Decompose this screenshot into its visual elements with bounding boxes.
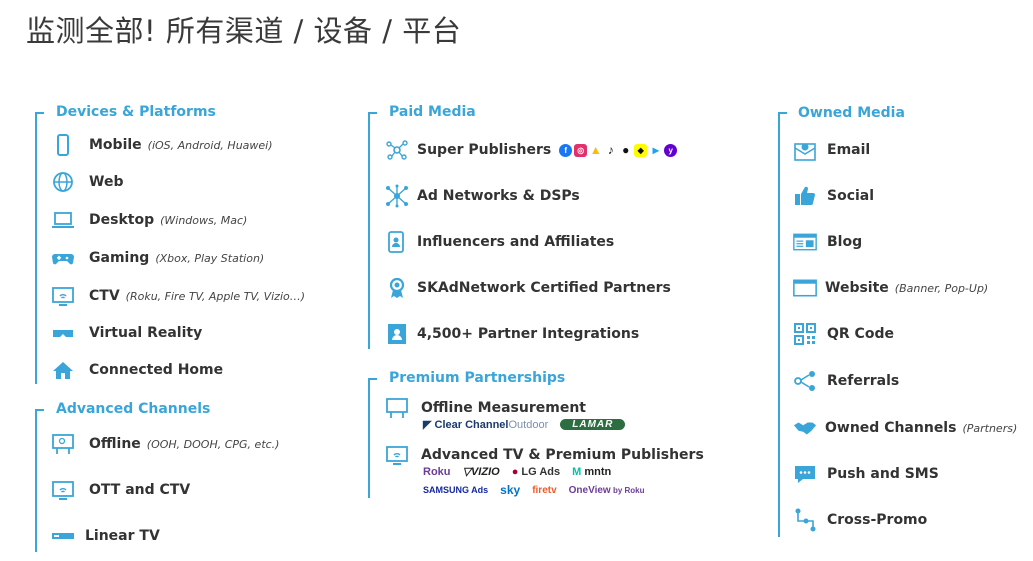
browser-window-icon: [793, 276, 817, 300]
paid-media-bracket: [368, 112, 377, 349]
sky-logo: sky: [500, 483, 521, 497]
item-website: Website (Banner, Pop-Up): [793, 276, 988, 300]
section-title-advanced: Advanced Channels: [56, 401, 211, 417]
lg-ads-logo: ● LG Ads: [511, 465, 561, 478]
super-publisher-logos: f ◎ ▲ ♪ ● ◆ ▸ y: [559, 143, 678, 157]
instagram-icon: ◎: [574, 143, 588, 157]
item-qr-code: QR Code: [793, 322, 894, 346]
award-ribbon-icon: [385, 276, 409, 300]
set-top-box-icon: [51, 524, 75, 548]
tiktok-icon: ♪: [604, 143, 618, 157]
item-referrals: Referrals: [793, 369, 899, 393]
item-linear-tv: Linear TV: [51, 524, 160, 548]
section-title-owned-media: Owned Media: [798, 105, 905, 121]
item-owned-channels: Owned Channels (Partners): [793, 416, 1017, 440]
item-gaming: Gaming (Xbox, Play Station): [51, 246, 264, 270]
item-super-publishers: Super Publishers f ◎ ▲ ♪ ● ◆ ▸ y: [385, 138, 678, 162]
clear-channel-logo: ◤ Clear Channel: [423, 419, 509, 431]
hub-icon: [385, 184, 409, 208]
tv-partner-logos-row1: Roku ▽VIZIO ● LG Ads M mntn: [423, 465, 623, 479]
lamar-logo: LAMAR: [560, 419, 626, 430]
item-skadnetwork: SKAdNetwork Certified Partners: [385, 276, 671, 300]
advanced-bracket: [35, 409, 44, 552]
item-connected-home: Connected Home: [51, 358, 223, 382]
thumbs-up-icon: [793, 184, 817, 208]
item-social: Social: [793, 184, 874, 208]
flow-icon: [793, 508, 817, 532]
offline-partner-logos: ◤ Clear Channel Outdoor LAMAR: [423, 418, 637, 431]
chat-bubble-icon: [793, 462, 817, 486]
blog-icon: [793, 230, 817, 254]
samsung-ads-logo: SAMSUNG Ads: [423, 485, 489, 495]
tv-icon: [51, 284, 75, 308]
page-title: 监测全部! 所有渠道 / 设备 / 平台: [26, 14, 462, 48]
item-blog: Blog: [793, 230, 862, 254]
twitter-icon: ▸: [649, 143, 663, 157]
item-ott-ctv: OTT and CTV: [51, 478, 190, 502]
share-icon: [793, 369, 817, 393]
item-push-sms: Push and SMS: [793, 462, 939, 486]
roku-logo: Roku: [423, 465, 451, 478]
devices-bracket: [35, 112, 44, 384]
billboard-icon: [51, 432, 75, 456]
yahoo-icon: y: [664, 143, 678, 157]
network-nodes-icon: [385, 138, 409, 162]
item-partner-integrations: 4,500+ Partner Integrations: [385, 322, 639, 346]
firetv-logo: firetv: [532, 484, 557, 496]
qr-code-icon: [793, 322, 817, 346]
section-title-devices: Devices & Platforms: [56, 104, 216, 120]
tv-partner-logos-row2: SAMSUNG Ads sky firetv OneView by Roku: [423, 483, 657, 497]
handshake-icon: [793, 416, 817, 440]
item-desktop: Desktop (Windows, Mac): [51, 208, 247, 232]
gamepad-icon: [51, 246, 75, 270]
section-title-premium: Premium Partnerships: [389, 370, 566, 386]
item-advanced-tv: Advanced TV & Premium Publishers: [385, 443, 704, 467]
smart-home-icon: [51, 358, 75, 382]
item-offline-measurement: Offline Measurement: [385, 396, 586, 420]
item-mobile: Mobile (iOS, Android, Huawei): [51, 133, 273, 157]
google-ads-icon: ▲: [589, 143, 603, 157]
item-vr: Virtual Reality: [51, 321, 202, 345]
tv-icon: [51, 478, 75, 502]
section-title-paid-media: Paid Media: [389, 104, 476, 120]
email-icon: [793, 138, 817, 162]
item-ad-networks: Ad Networks & DSPs: [385, 184, 580, 208]
influencer-icon: [385, 230, 409, 254]
item-cross-promo: Cross-Promo: [793, 508, 927, 532]
premium-bracket: [368, 378, 377, 498]
item-influencers: Influencers and Affiliates: [385, 230, 614, 254]
mobile-icon: [51, 133, 75, 157]
contact-card-icon: [385, 322, 409, 346]
globe-icon: [51, 170, 75, 194]
item-ctv: CTV (Roku, Fire TV, Apple TV, Vizio…): [51, 284, 305, 308]
vr-headset-icon: [51, 321, 75, 345]
owned-media-bracket: [778, 112, 787, 537]
snapchat-icon: ◆: [634, 143, 648, 157]
mntn-logo: M mntn: [572, 465, 612, 478]
vizio-logo: ▽VIZIO: [462, 466, 500, 478]
tv-icon: [385, 443, 409, 467]
clear-channel-outdoor-label: Outdoor: [508, 418, 549, 431]
oneview-logo: OneView by Roku: [568, 484, 645, 496]
item-email: Email: [793, 138, 870, 162]
apple-icon: ●: [619, 143, 633, 157]
item-web: Web: [51, 170, 123, 194]
item-offline: Offline (OOH, DOOH, CPG, etc.): [51, 432, 279, 456]
billboard-icon: [385, 396, 409, 420]
laptop-icon: [51, 208, 75, 232]
facebook-icon: f: [559, 143, 573, 157]
